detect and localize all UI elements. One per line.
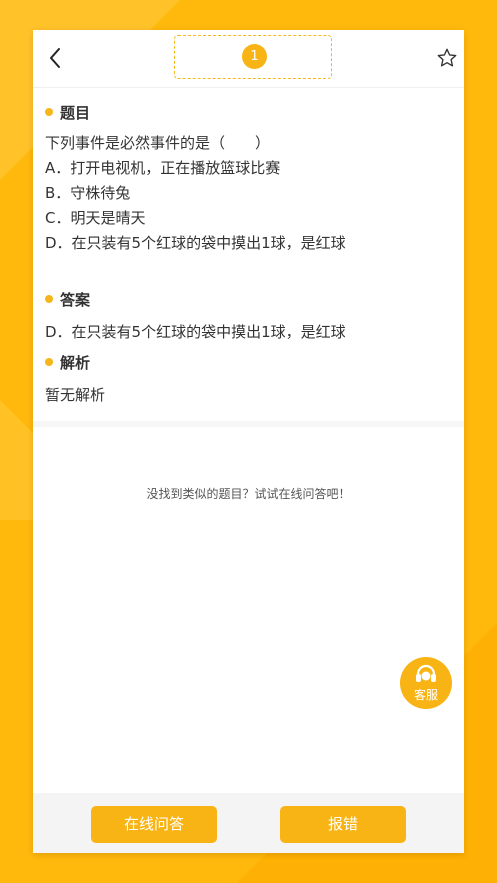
bullet-dot xyxy=(45,294,53,303)
option-c: C．明天是晴天 xyxy=(45,209,146,227)
question-stem: 下列事件是必然事件的是（ ） xyxy=(45,134,271,152)
customer-service-label: 客服 xyxy=(413,688,438,702)
section-divider xyxy=(33,421,464,427)
option-b: B．守株待兔 xyxy=(45,184,131,202)
question-index-tab[interactable]: 1 xyxy=(174,35,332,79)
headset-icon xyxy=(416,664,436,682)
option-a: A．打开电视机，正在播放篮球比赛 xyxy=(45,159,281,177)
bullet-dot xyxy=(45,357,53,366)
page-number-badge[interactable]: 1 xyxy=(242,44,267,69)
favorite-button[interactable] xyxy=(436,47,458,69)
customer-service-button[interactable]: 客服 xyxy=(400,657,452,709)
no-similar-hint: 没找到类似的题目？试试在线问答吧！ xyxy=(146,487,351,501)
bullet-dot xyxy=(45,107,53,116)
back-button[interactable] xyxy=(43,44,67,72)
question-card: 1 题目 下列事件是必然事件的是（ ） A．打开电视机，正在播放篮球比赛 B．守… xyxy=(33,30,464,853)
report-error-button[interactable]: 报错 xyxy=(280,806,406,843)
analysis-heading: 解析 xyxy=(45,352,90,373)
question-heading: 题目 xyxy=(45,102,90,123)
answer-heading-text: 答案 xyxy=(60,291,91,309)
bottom-bar: 在线问答 报错 xyxy=(33,793,464,853)
question-heading-text: 题目 xyxy=(60,104,91,122)
chevron-left-icon xyxy=(50,48,60,68)
option-d: D．在只装有5个红球的袋中摸出1球，是红球 xyxy=(45,234,346,252)
analysis-text: 暂无解析 xyxy=(45,386,106,404)
analysis-heading-text: 解析 xyxy=(60,354,91,372)
answer-text: D．在只装有5个红球的袋中摸出1球，是红球 xyxy=(45,323,346,341)
star-icon xyxy=(437,48,457,67)
online-ask-button[interactable]: 在线问答 xyxy=(91,806,217,843)
top-bar: 1 xyxy=(33,30,464,88)
answer-heading: 答案 xyxy=(45,289,90,310)
